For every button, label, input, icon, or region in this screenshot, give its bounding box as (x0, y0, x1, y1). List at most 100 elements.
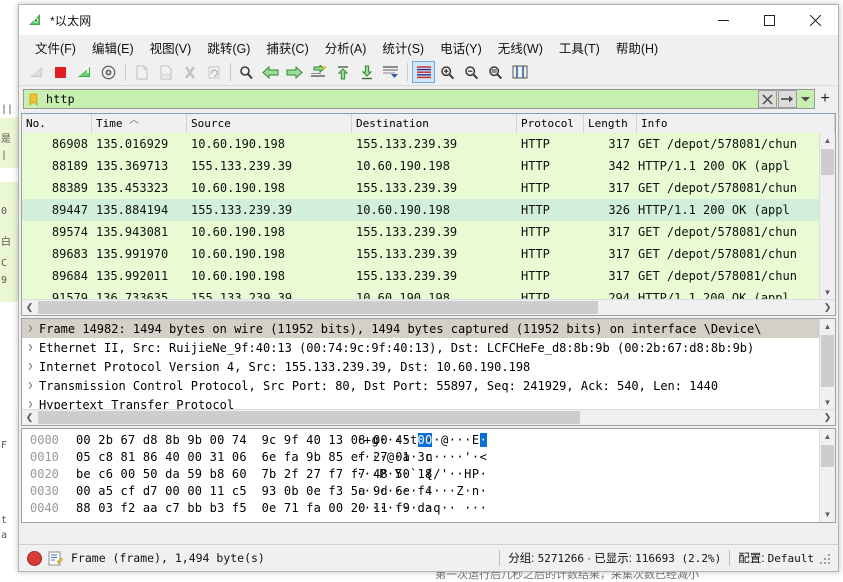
expert-info-error-icon[interactable] (27, 550, 42, 566)
close-button[interactable] (792, 5, 838, 35)
scroll-up-icon[interactable]: ▲ (820, 429, 835, 444)
go-to-packet-icon[interactable] (307, 61, 330, 83)
table-row[interactable]: 86908 135.016929 10.60.190.198 155.133.2… (22, 133, 820, 155)
column-header-info[interactable]: Info (637, 114, 835, 133)
reload-file-icon[interactable] (202, 61, 225, 83)
scrollbar-thumb[interactable] (38, 301, 598, 314)
packet-bytes-vertical-scrollbar[interactable]: ▲ ▼ (819, 429, 835, 522)
go-first-packet-icon[interactable] (331, 61, 354, 83)
close-file-icon[interactable] (178, 61, 201, 83)
hex-row[interactable]: 0030 00 a5 cf d7 00 00 11 c5 93 0b 0e f3… (22, 482, 820, 499)
go-last-packet-icon[interactable] (355, 61, 378, 83)
scrollbar-thumb[interactable] (38, 411, 580, 424)
table-row-selected[interactable]: 89447 135.884194 155.133.239.39 10.60.19… (22, 199, 820, 221)
zoom-in-icon[interactable] (436, 61, 459, 83)
hex-offset: 0000 (30, 432, 59, 447)
detail-row-tcp[interactable]: ❯ Transmission Control Protocol, Src Por… (22, 376, 820, 395)
capture-options-icon[interactable] (97, 61, 120, 83)
table-row[interactable]: 89683 135.991970 10.60.190.198 155.133.2… (22, 243, 820, 265)
add-filter-button[interactable]: + (815, 91, 835, 107)
clear-filter-button[interactable] (758, 90, 777, 108)
maximize-button[interactable] (746, 5, 792, 35)
scrollbar-thumb[interactable] (821, 149, 834, 175)
detail-row-http[interactable]: ❯ Hypertext Transfer Protocol (22, 395, 820, 411)
table-row[interactable]: 88189 135.369713 155.133.239.39 10.60.19… (22, 155, 820, 177)
hex-row[interactable]: 0000 00 2b 67 d8 8b 9b 00 74 9c 9f 40 13… (22, 431, 820, 448)
menu-item-edit[interactable]: 编辑(E) (84, 35, 142, 60)
table-row[interactable]: 88389 135.453323 10.60.190.198 155.133.2… (22, 177, 820, 199)
scroll-down-icon[interactable]: ▼ (820, 507, 835, 522)
menu-item-analyze[interactable]: 分析(A) (317, 35, 375, 60)
packet-details-horizontal-scrollbar[interactable]: ❮ ❯ (22, 409, 835, 425)
status-profile[interactable]: 配置: Default (738, 550, 814, 566)
packet-list-vertical-scrollbar[interactable]: ▲ ▼ (819, 133, 835, 300)
display-filter-value[interactable]: http (41, 92, 758, 106)
scrollbar-thumb[interactable] (821, 445, 834, 467)
find-packet-icon[interactable] (235, 61, 258, 83)
chevron-right-icon[interactable]: ❯ (22, 400, 39, 410)
menu-item-wireless[interactable]: 无线(W) (490, 35, 551, 60)
scrollbar-thumb[interactable] (821, 335, 834, 387)
scroll-left-icon[interactable]: ❮ (22, 300, 37, 315)
stop-capture-icon[interactable] (49, 61, 72, 83)
packet-list-rows: 86908 135.016929 10.60.190.198 155.133.2… (22, 133, 820, 300)
restart-capture-icon[interactable] (73, 61, 96, 83)
cell-no: 89684 (51, 269, 88, 283)
scroll-up-icon[interactable]: ▲ (820, 133, 835, 148)
bookmark-icon[interactable] (25, 90, 41, 108)
column-header-length[interactable]: Length (584, 114, 637, 133)
chevron-right-icon[interactable]: ❯ (22, 381, 39, 391)
open-file-icon[interactable] (130, 61, 153, 83)
detail-row-ethernet[interactable]: ❯ Ethernet II, Src: RuijieNe_9f:40:13 (0… (22, 338, 820, 357)
auto-scroll-icon[interactable] (379, 61, 402, 83)
column-header-time[interactable]: Time ︿ (92, 114, 187, 133)
packet-details-vertical-scrollbar[interactable]: ▲ ▼ (819, 319, 835, 410)
column-header-source[interactable]: Source (187, 114, 352, 133)
column-header-no[interactable]: No. (22, 114, 92, 133)
detail-row-ipv4[interactable]: ❯ Internet Protocol Version 4, Src: 155.… (22, 357, 820, 376)
scroll-down-icon[interactable]: ▼ (820, 285, 835, 300)
save-file-icon[interactable]: 010 (154, 61, 177, 83)
scroll-left-icon[interactable]: ❮ (22, 410, 37, 425)
column-header-destination[interactable]: Destination (352, 114, 517, 133)
zoom-reset-icon[interactable] (484, 61, 507, 83)
scroll-right-icon[interactable]: ❯ (820, 300, 835, 315)
zoom-out-icon[interactable] (460, 61, 483, 83)
menu-item-statistics[interactable]: 统计(S) (374, 35, 432, 60)
menu-bar: 文件(F) 编辑(E) 视图(V) 跳转(G) 捕获(C) 分析(A) 统计(S… (19, 35, 838, 59)
apply-filter-button[interactable] (778, 90, 797, 108)
scroll-right-icon[interactable]: ❯ (820, 410, 835, 425)
menu-item-go[interactable]: 跳转(G) (199, 35, 258, 60)
menu-item-help[interactable]: 帮助(H) (608, 35, 666, 60)
colorize-packets-icon[interactable] (412, 61, 435, 83)
display-filter-input[interactable]: http (23, 89, 815, 109)
table-row[interactable]: 89574 135.943081 10.60.190.198 155.133.2… (22, 221, 820, 243)
go-forward-icon[interactable] (283, 61, 306, 83)
table-row[interactable]: 89684 135.992011 10.60.190.198 155.133.2… (22, 265, 820, 287)
column-header-protocol[interactable]: Protocol (517, 114, 584, 133)
menu-item-telephony[interactable]: 电话(Y) (432, 35, 490, 60)
filter-dropdown-button[interactable] (798, 90, 813, 108)
capture-comment-icon[interactable] (48, 551, 63, 566)
menu-item-capture[interactable]: 捕获(C) (258, 35, 316, 60)
hex-row[interactable]: 0040 88 03 f2 aa c7 bb b3 f5 0e 71 fa 00… (22, 499, 820, 516)
packet-list-horizontal-scrollbar[interactable]: ❮ ❯ (22, 299, 835, 315)
hex-row[interactable]: 0020 be c6 00 50 da 59 b8 60 7b 2f 27 f7… (22, 465, 820, 482)
go-back-icon[interactable] (259, 61, 282, 83)
start-capture-icon[interactable] (25, 61, 48, 83)
cell-length: 317 (608, 247, 630, 261)
chevron-right-icon[interactable]: ❯ (22, 343, 39, 353)
minimize-button[interactable] (700, 5, 746, 35)
scroll-up-icon[interactable]: ▲ (820, 319, 835, 334)
menu-item-file[interactable]: 文件(F) (27, 35, 84, 60)
hex-row[interactable]: 0010 05 c8 81 86 40 00 31 06 6e fa 9b 85… (22, 448, 820, 465)
detail-row-frame[interactable]: ❯ Frame 14982: 1494 bytes on wire (11952… (22, 319, 820, 338)
chevron-right-icon[interactable]: ❯ (22, 324, 39, 334)
cell-source: 155.133.239.39 (191, 203, 293, 217)
resize-grip-icon[interactable] (820, 552, 832, 564)
menu-item-view[interactable]: 视图(V) (142, 35, 200, 60)
menu-item-tools[interactable]: 工具(T) (551, 35, 608, 60)
resize-columns-icon[interactable] (508, 61, 531, 83)
chevron-right-icon[interactable]: ❯ (22, 362, 39, 372)
scroll-down-icon[interactable]: ▼ (820, 395, 835, 410)
